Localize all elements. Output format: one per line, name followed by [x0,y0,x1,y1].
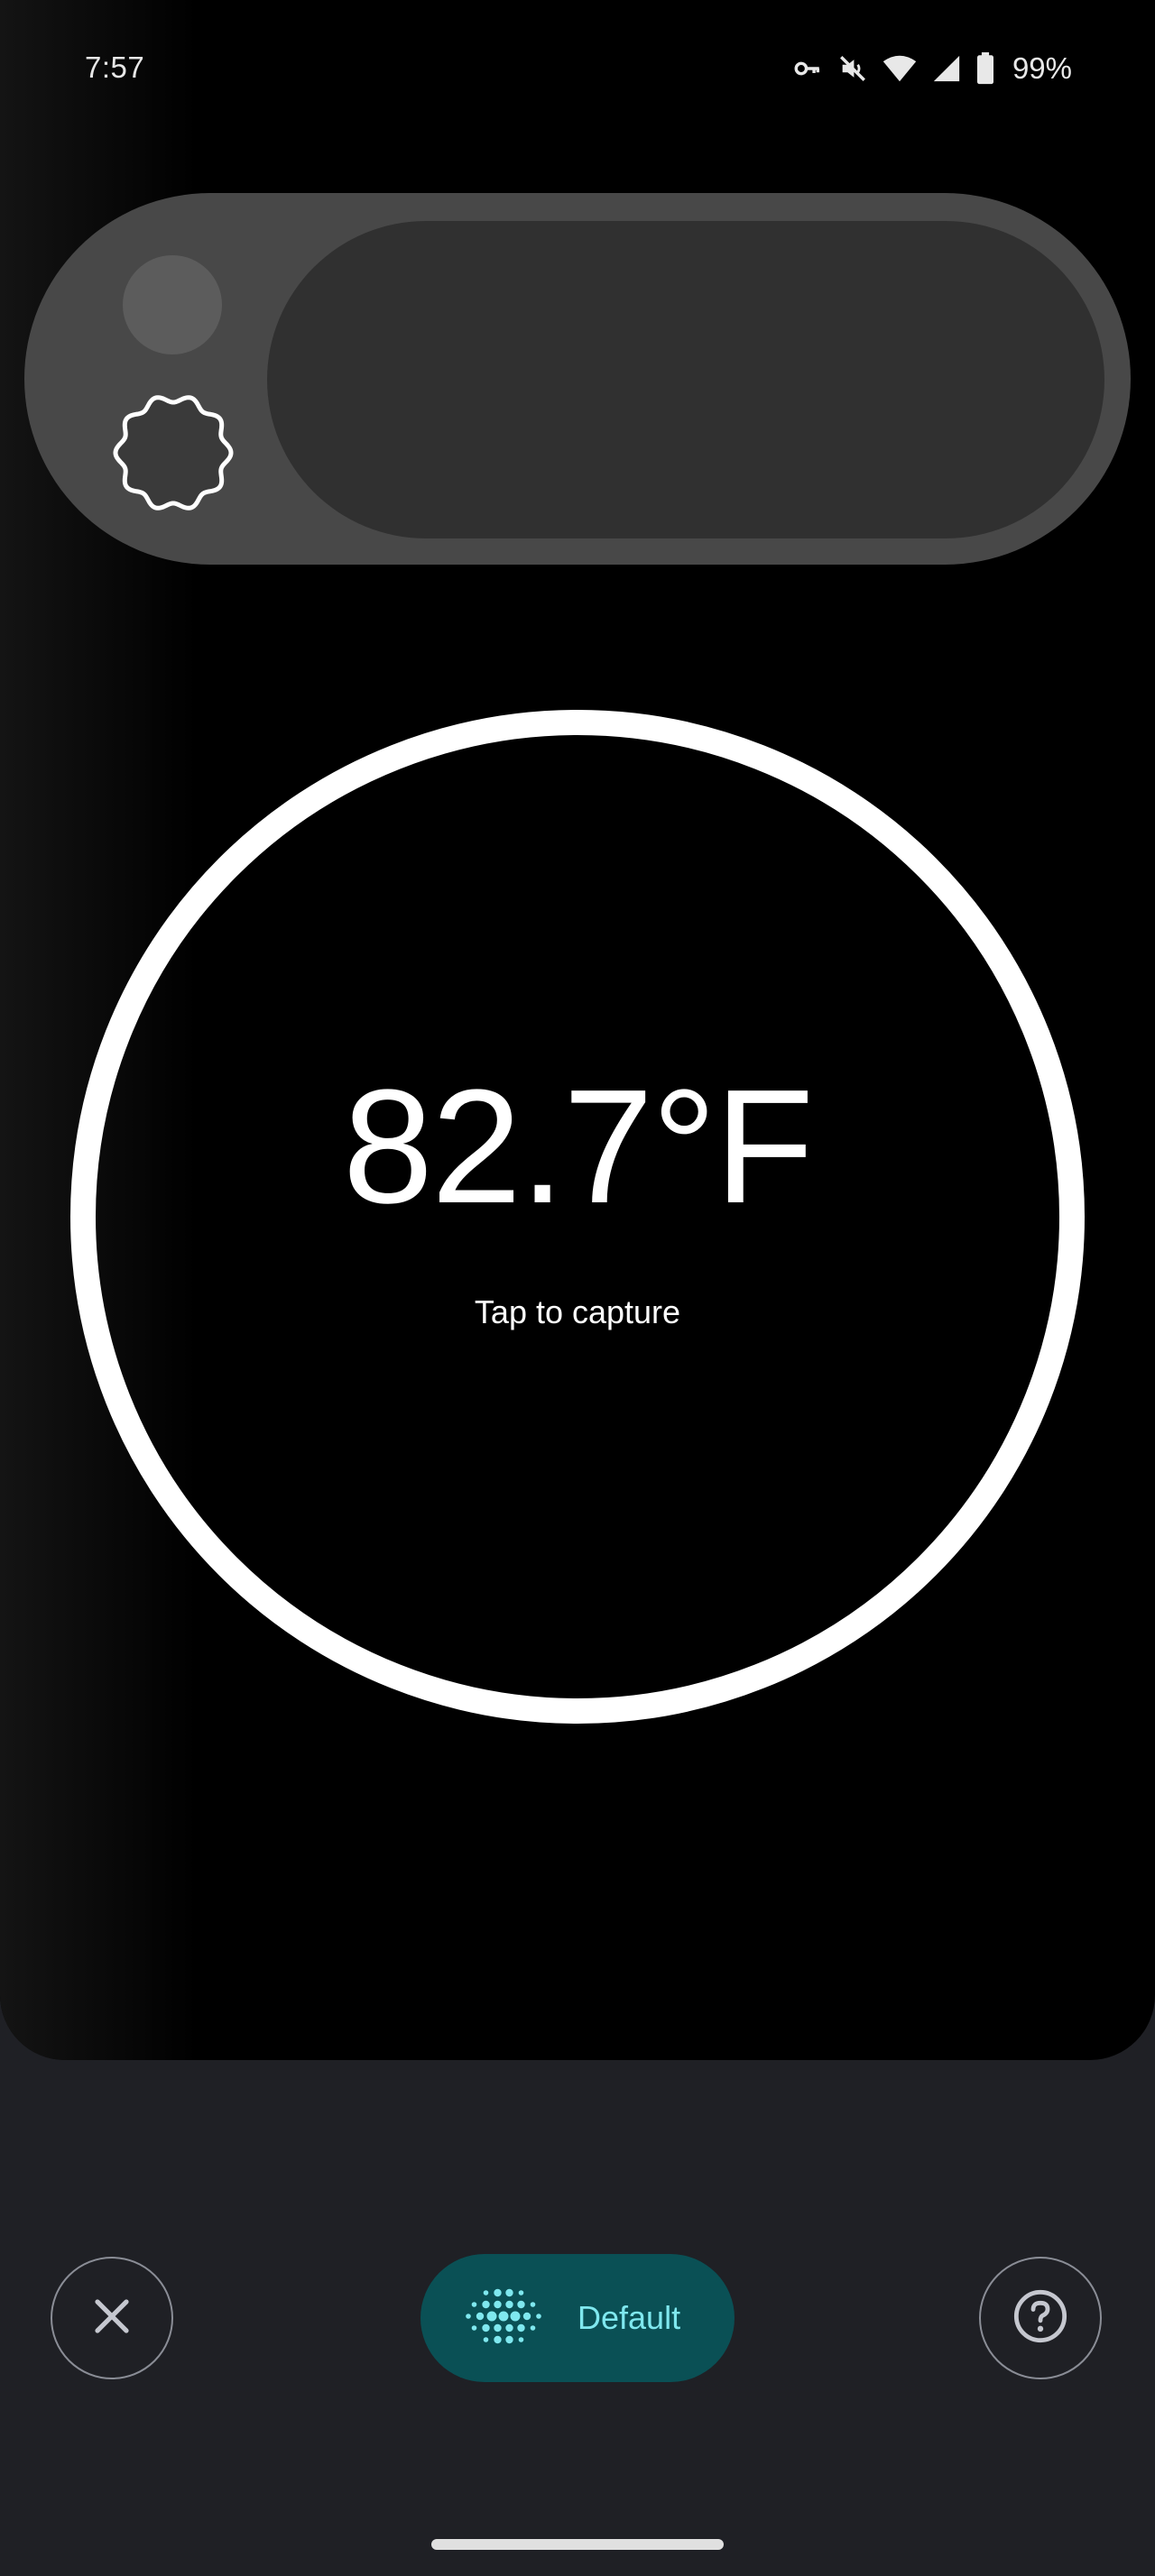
status-time: 7:57 [85,51,145,84]
close-icon [90,2295,134,2342]
capture-hint: Tap to capture [474,1293,681,1330]
status-bar: 7:57 99% [0,0,1155,144]
gesture-nav-handle[interactable] [431,2539,724,2550]
mode-chip-default[interactable]: Default [420,2254,735,2382]
vpn-key-icon [792,53,823,84]
status-icons: 99% [792,51,1072,87]
close-button[interactable] [51,2257,173,2379]
battery-icon [976,52,994,85]
mode-label: Default [578,2299,681,2336]
help-button[interactable] [979,2257,1102,2379]
temperature-readout: 82.7°F [342,1056,814,1237]
lens-toggle-track [267,221,1104,538]
mute-icon [837,53,868,84]
wifi-icon [882,53,917,84]
scalloped-badge-icon [110,390,236,516]
camera-preview-area: 7:57 99% 82.7°F Tap to capture [0,0,1155,2060]
help-icon [1012,2287,1069,2350]
toggle-indicator-dot [123,255,222,354]
battery-percent: 99% [1012,51,1072,85]
capture-dial[interactable]: 82.7°F Tap to capture [70,710,1085,1724]
cell-signal-icon [931,53,962,84]
sensor-dots-icon [460,2273,547,2364]
